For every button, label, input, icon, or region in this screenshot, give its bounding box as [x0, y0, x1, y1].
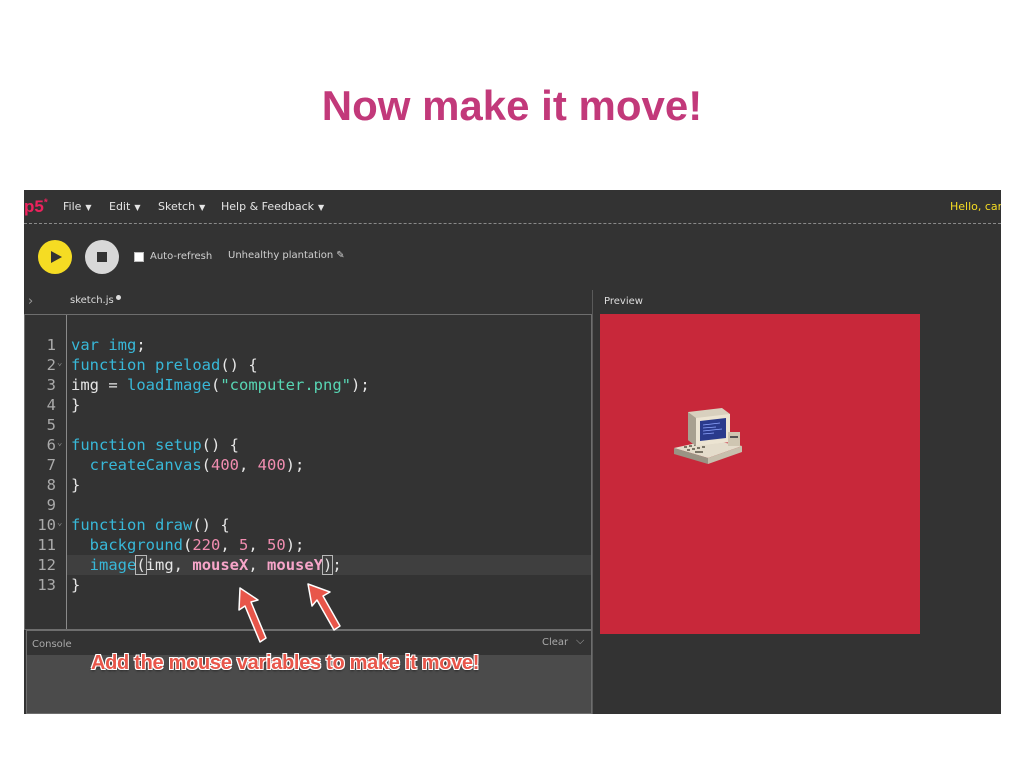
menu-sketch[interactable]: Sketch ▼ [158, 200, 205, 213]
annotation-text: Add the mouse variables to make it move! [91, 652, 480, 674]
fold-icon: ⌄ [57, 438, 63, 448]
code-line-3[interactable]: 3 img = loadImage("computer.png"); [25, 375, 591, 395]
menu-help-feedback[interactable]: Help & Feedback ▼ [221, 200, 324, 213]
auto-refresh-checkbox[interactable] [134, 252, 144, 262]
preview-canvas[interactable] [600, 314, 920, 634]
code-line-1[interactable]: 1 var img; [25, 335, 591, 355]
project-name[interactable]: Unhealthy plantation ✎ [228, 250, 345, 261]
p5-editor-window: p5* File ▼ Edit ▼ Sketch ▼ Help & Feedback ▼… [24, 190, 1001, 714]
code-line-10[interactable]: 10 ⌄ function draw() { [25, 515, 591, 535]
unsaved-dot-icon [115, 295, 121, 300]
code-line-5[interactable]: 5 [25, 415, 591, 435]
caret-down-icon: ▼ [85, 203, 92, 212]
slide-title: Now make it move! [321, 82, 703, 129]
code-line-11[interactable]: 11 background(220, 5, 50); [25, 535, 591, 555]
menu-file[interactable]: File ▼ [63, 200, 92, 213]
menubar: p5* File ▼ Edit ▼ Sketch ▼ Help & Feedback ▼… [24, 190, 1001, 224]
caret-down-icon: ▼ [134, 203, 141, 212]
preview-label: Preview [604, 296, 643, 307]
code-line-6[interactable]: 6 ⌄ function setup() { [25, 435, 591, 455]
console-clear-button[interactable]: Clear [542, 637, 568, 648]
code-line-4[interactable]: 4} [25, 395, 591, 415]
file-tab-sketch-js[interactable]: sketch.js [70, 295, 121, 306]
code-line-7[interactable]: 7 createCanvas(400, 400); [25, 455, 591, 475]
caret-down-icon: ▼ [318, 203, 325, 212]
code-line-12[interactable]: 12 image(img, mouseX, mouseY); [25, 555, 591, 575]
code-line-8[interactable]: 8} [25, 475, 591, 495]
arrow-to-mousex [238, 587, 267, 643]
stop-button[interactable] [85, 240, 119, 274]
sidebar-expand-icon[interactable]: › [28, 294, 33, 309]
code-line-9[interactable]: 9 [25, 495, 591, 515]
fold-icon: ⌄ [57, 518, 63, 528]
p5-logo[interactable]: p5* [24, 197, 48, 217]
pencil-icon[interactable]: ✎ [336, 250, 344, 261]
code-line-2[interactable]: 2 ⌄ function preload() { [25, 355, 591, 375]
user-greeting[interactable]: Hello, carri [950, 200, 1001, 213]
fold-icon: ⌄ [57, 358, 63, 368]
menu-edit[interactable]: Edit ▼ [109, 200, 140, 213]
computer-image [674, 408, 742, 464]
play-button[interactable] [38, 240, 72, 274]
pane-divider[interactable] [592, 290, 593, 714]
console-label: Console [32, 639, 72, 650]
chevron-down-icon[interactable]: ⌵ [576, 634, 584, 648]
auto-refresh-label: Auto-refresh [150, 251, 213, 262]
caret-down-icon: ▼ [199, 203, 206, 212]
arrow-to-mousey [307, 583, 341, 631]
